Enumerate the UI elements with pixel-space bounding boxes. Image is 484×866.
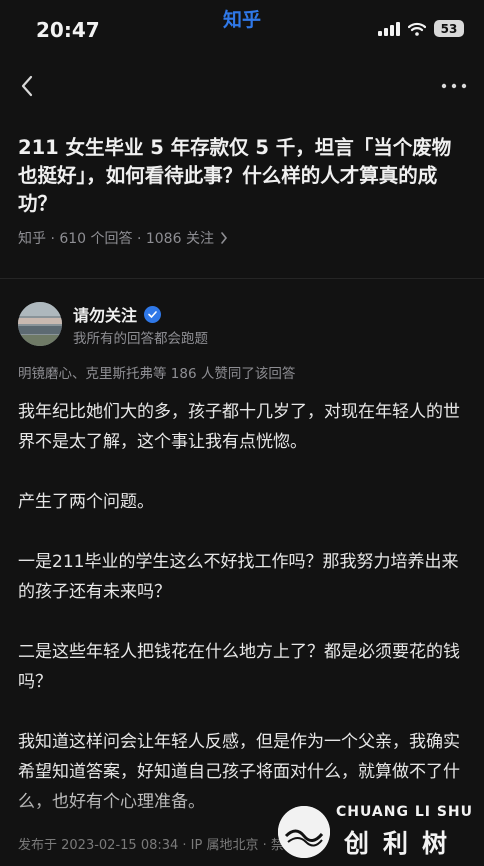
chevron-left-icon[interactable]: [14, 72, 42, 100]
watermark-latin: CHUANG LI SHU: [336, 804, 474, 820]
answer-author: 请勿关注 我所有的回答都会跑题: [18, 298, 464, 352]
chevron-right-icon: [221, 232, 227, 244]
battery-indicator: 53: [434, 20, 464, 37]
author-name-row[interactable]: 请勿关注: [73, 302, 162, 326]
answer-paragraph: 产生了两个问题。: [18, 492, 154, 512]
answer-paragraph: 一是211毕业的学生这么不好找工作吗？那我努力培养出来的孩子还有未来吗？: [18, 552, 459, 602]
wifi-icon: [408, 22, 426, 36]
more-horizontal-icon[interactable]: [438, 72, 470, 100]
answer-paragraph: 二是这些年轻人把钱花在什么地方上了？都是必须要花的钱吗？: [18, 642, 460, 692]
status-indicators: 53: [378, 20, 464, 37]
watermark-chinese: 创利树: [344, 829, 462, 858]
watermark-logo-icon: [278, 806, 330, 858]
upvote-summary[interactable]: 明镜磨心、克里斯托弗等 186 人赞同了该回答: [18, 362, 295, 382]
question-header: 211 女生毕业 5 年存款仅 5 千，坦言「当个废物也挺好」，如何看待此事？什…: [18, 134, 464, 248]
verified-badge-icon: [144, 305, 162, 323]
answer-paragraph: 我年纪比她们大的多，孩子都十几岁了，对现在年轻人的世界不是太了解，这个事让我有点…: [18, 402, 460, 452]
question-meta[interactable]: 知乎 · 610 个回答 · 1086 关注: [18, 228, 464, 248]
author-bio: 我所有的回答都会跑题: [73, 331, 208, 347]
question-meta-text: 知乎 · 610 个回答 · 1086 关注: [18, 231, 214, 247]
question-title[interactable]: 211 女生毕业 5 年存款仅 5 千，坦言「当个废物也挺好」，如何看待此事？什…: [18, 134, 464, 218]
avatar[interactable]: [18, 302, 62, 346]
author-name: 请勿关注: [73, 306, 138, 325]
status-bar: 20:47 知乎 53: [0, 0, 484, 58]
watermark: CHUANG LI SHU 创利树: [278, 798, 478, 862]
nav-bar: [0, 58, 484, 118]
cellular-signal-icon: [378, 21, 400, 36]
section-divider: [0, 278, 484, 279]
